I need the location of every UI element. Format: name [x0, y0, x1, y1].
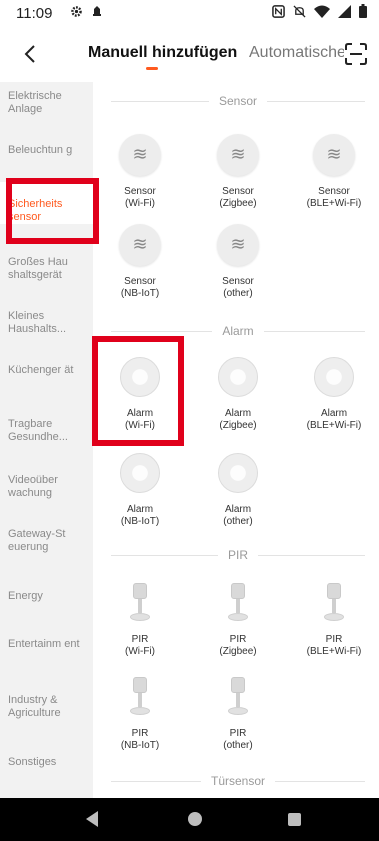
system-nav-bar [0, 798, 379, 841]
mute-icon [293, 4, 306, 22]
device-alarm-other[interactable]: Alarm (other) [193, 452, 283, 528]
sidebar-item-entertainment[interactable]: Entertainm ent [0, 638, 93, 651]
section-title: Sensor [218, 94, 258, 108]
alarm-icon [120, 453, 160, 493]
back-button[interactable] [14, 38, 46, 70]
sidebar-item-security-sensor[interactable]: Sicherheits sensor [0, 182, 93, 224]
sensor-icon: ≋ [119, 224, 161, 266]
device-pir-zigbee[interactable]: PIR (Zigbee) [193, 582, 283, 658]
section-title: Türsensor [210, 774, 266, 788]
device-pir-ble-wifi[interactable]: PIR (BLE+Wi-Fi) [289, 582, 379, 658]
divider [267, 100, 365, 102]
sidebar-item-video-surveillance[interactable]: Videoüber wachung [0, 474, 93, 500]
notification-icon [91, 5, 103, 22]
nav-home-icon[interactable] [188, 812, 202, 826]
nav-back-icon[interactable] [86, 811, 98, 827]
device-label: PIR (Zigbee) [219, 634, 257, 657]
device-sensor-ble-wifi[interactable]: ≋ Sensor (BLE+Wi-Fi) [289, 134, 379, 210]
signal-icon [338, 4, 351, 22]
sidebar-item-other[interactable]: Sonstiges [0, 756, 93, 769]
device-pir-nb-iot[interactable]: PIR (NB-IoT) [95, 676, 185, 752]
battery-icon [359, 4, 367, 22]
device-alarm-zigbee[interactable]: Alarm (Zigbee) [193, 356, 283, 432]
scan-button[interactable] [345, 43, 367, 65]
pir-sensor-icon [225, 583, 251, 623]
device-sensor-other[interactable]: ≋ Sensor (other) [193, 224, 283, 300]
tab-manual-add[interactable]: Manuell hinzufügen [88, 44, 237, 62]
sidebar-item-lighting[interactable]: Beleuchtun g [0, 144, 93, 157]
sidebar-item-small-appliance[interactable]: Kleines Haushalts... [0, 310, 93, 336]
device-label: PIR (other) [223, 728, 253, 751]
section-header-door-sensor: Türsensor [111, 774, 365, 788]
section-title: PIR [228, 548, 249, 562]
alarm-icon [218, 357, 258, 397]
pir-sensor-icon [127, 583, 153, 623]
section-header-pir: PIR [111, 548, 366, 562]
divider [111, 330, 213, 332]
section-header-alarm: Alarm [111, 324, 365, 338]
device-label: Sensor (BLE+Wi-Fi) [306, 186, 362, 209]
section-header-sensor: Sensor [111, 94, 365, 108]
divider [111, 554, 218, 556]
sensor-icon: ≋ [313, 134, 355, 176]
sidebar-item-electrical[interactable]: Elektrische Anlage [0, 90, 93, 116]
device-alarm-nb-iot[interactable]: Alarm (NB-IoT) [95, 452, 185, 528]
device-label: PIR (Wi-Fi) [125, 634, 155, 657]
device-label: Sensor (Zigbee) [219, 186, 257, 209]
device-label: Alarm (Wi-Fi) [125, 408, 155, 431]
device-sensor-wifi[interactable]: ≋ Sensor (Wi-Fi) [95, 134, 185, 210]
tab-auto-scan[interactable]: Automatische [249, 44, 344, 62]
status-bar: 11:09 [0, 0, 379, 26]
alarm-icon [218, 453, 258, 493]
wifi-icon [314, 5, 330, 22]
scan-icon [345, 43, 367, 65]
section-title: Alarm [222, 324, 254, 338]
status-bar-right [272, 4, 367, 22]
device-label: Alarm (NB-IoT) [120, 504, 160, 527]
sidebar-item-kitchen[interactable]: Küchenger ät [0, 364, 93, 377]
pir-sensor-icon [321, 583, 347, 623]
device-label: Sensor (Wi-Fi) [124, 186, 156, 209]
device-label: Sensor (NB-IoT) [120, 276, 160, 299]
device-sensor-nb-iot[interactable]: ≋ Sensor (NB-IoT) [95, 224, 185, 300]
alarm-icon [314, 357, 354, 397]
sidebar-item-industry-agriculture[interactable]: Industry & Agriculture [0, 694, 93, 720]
sidebar-item-large-appliance[interactable]: Großes Hau shaltsgerät [0, 256, 93, 282]
divider [263, 330, 365, 332]
device-alarm-ble-wifi[interactable]: Alarm (BLE+Wi-Fi) [289, 356, 379, 432]
device-alarm-wifi[interactable]: Alarm (Wi-Fi) [95, 356, 185, 432]
device-pir-other[interactable]: PIR (other) [193, 676, 283, 752]
device-label: Alarm (BLE+Wi-Fi) [306, 408, 362, 431]
status-bar-left: 11:09 [16, 5, 103, 22]
active-tab-indicator [146, 67, 158, 70]
header: Manuell hinzufügen Automatische [0, 26, 379, 82]
divider [275, 780, 365, 782]
device-label: Alarm (other) [223, 504, 253, 527]
alarm-icon [120, 357, 160, 397]
gear-icon [70, 5, 83, 22]
sensor-icon: ≋ [217, 134, 259, 176]
pir-sensor-icon [225, 677, 251, 717]
pir-sensor-icon [127, 677, 153, 717]
device-label: PIR (NB-IoT) [120, 728, 160, 751]
divider [258, 554, 366, 556]
sidebar-item-portable-health[interactable]: Tragbare Gesundhe... [0, 418, 93, 444]
category-sidebar[interactable]: Elektrische Anlage Beleuchtun g Sicherhe… [0, 82, 93, 798]
device-label: PIR (BLE+Wi-Fi) [306, 634, 362, 657]
device-label: Alarm (Zigbee) [219, 408, 257, 431]
sidebar-item-energy[interactable]: Energy [0, 590, 93, 603]
nav-recents-icon[interactable] [288, 813, 301, 826]
device-sensor-zigbee[interactable]: ≋ Sensor (Zigbee) [193, 134, 283, 210]
sensor-icon: ≋ [119, 134, 161, 176]
device-pir-wifi[interactable]: PIR (Wi-Fi) [95, 582, 185, 658]
divider [111, 780, 201, 782]
status-time: 11:09 [16, 4, 53, 22]
nfc-icon [272, 4, 285, 22]
chevron-left-icon [24, 45, 35, 63]
divider [111, 100, 209, 102]
device-list[interactable]: Sensor ≋ Sensor (Wi-Fi) ≋ Sensor (Zigbee) … [93, 82, 379, 798]
device-label: Sensor (other) [222, 276, 254, 299]
sidebar-item-gateway-control[interactable]: Gateway-St euerung [0, 528, 93, 554]
sensor-icon: ≋ [217, 224, 259, 266]
